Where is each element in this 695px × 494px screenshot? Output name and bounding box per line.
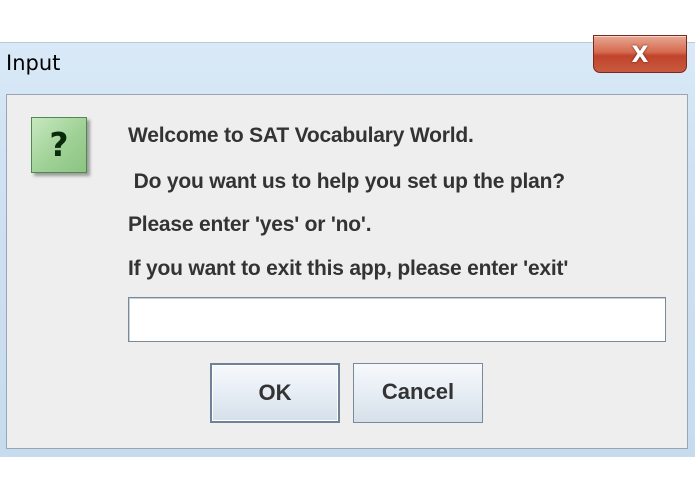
close-icon: X (631, 43, 649, 68)
dialog-content: ? Welcome to SAT Vocabulary World. Do yo… (6, 94, 688, 449)
cancel-button[interactable]: Cancel (353, 363, 483, 423)
answer-input[interactable] (128, 297, 666, 342)
question-icon: ? (31, 117, 87, 173)
input-dialog-window: Input X ? Welcome to SAT Vocabulary Worl… (0, 35, 695, 457)
message-line-question: Do you want us to help you set up the pl… (128, 170, 565, 193)
ok-button[interactable]: OK (210, 363, 340, 423)
message-line-exit-hint: If you want to exit this app, please ent… (128, 257, 569, 280)
title-bar[interactable]: Input X (0, 35, 695, 89)
message-line-instruction: Please enter 'yes' or 'no'. (128, 213, 372, 236)
window-title: Input (6, 51, 61, 75)
question-mark-glyph: ? (49, 125, 69, 164)
close-button[interactable]: X (593, 35, 687, 73)
message-line-welcome: Welcome to SAT Vocabulary World. (128, 124, 474, 147)
